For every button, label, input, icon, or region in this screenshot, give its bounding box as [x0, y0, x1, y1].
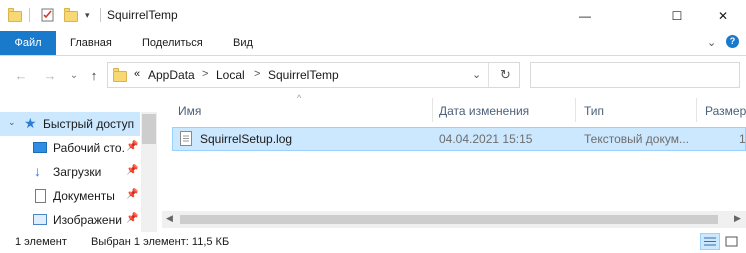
- folder-icon: [8, 8, 22, 22]
- ribbon-tabs: Файл Главная Поделиться Вид ⌄ ?: [0, 31, 746, 56]
- breadcrumb-squirreltemp[interactable]: SquirrelTemp: [268, 68, 339, 82]
- document-icon: [35, 189, 46, 203]
- file-size: 1: [739, 132, 746, 146]
- tab-home[interactable]: Главная: [58, 31, 124, 55]
- sort-ascending-icon: ^: [297, 93, 302, 103]
- minimize-button[interactable]: —: [562, 0, 608, 31]
- desktop-icon: [33, 142, 47, 153]
- back-button[interactable]: ←: [13, 67, 29, 83]
- file-name: SquirrelSetup.log: [200, 132, 293, 146]
- pin-icon: 📌: [126, 141, 139, 152]
- status-item-count: 1 элемент: [15, 236, 67, 248]
- table-row[interactable]: SquirrelSetup.log 04.04.2021 15:15 Текст…: [172, 127, 746, 151]
- column-header-size[interactable]: Размер: [705, 104, 746, 118]
- search-input[interactable]: [530, 62, 740, 88]
- sidebar-item-downloads[interactable]: ↓ Загрузки 📌: [0, 160, 140, 184]
- breadcrumb-appdata[interactable]: AppData: [148, 68, 195, 82]
- scroll-left-icon[interactable]: ◀: [166, 213, 173, 224]
- breadcrumb-local[interactable]: Local: [216, 68, 245, 82]
- file-list-header: ^ Имя Дата изменения Тип Размер: [162, 93, 746, 124]
- sidebar-item-label: Быстрый доступ: [43, 117, 135, 131]
- pin-icon: 📌: [126, 165, 139, 176]
- recent-locations-button[interactable]: ⌄: [66, 67, 82, 83]
- properties-icon[interactable]: [41, 8, 55, 22]
- breadcrumb-separator-icon[interactable]: >: [202, 68, 208, 80]
- pictures-icon: [33, 214, 47, 225]
- up-button[interactable]: ↑: [86, 67, 102, 83]
- tab-file[interactable]: Файл: [0, 31, 56, 55]
- large-icons-view-button[interactable]: [722, 233, 742, 250]
- tab-view[interactable]: Вид: [221, 31, 265, 55]
- sidebar-item-desktop[interactable]: Рабочий сто. 📌: [0, 136, 140, 160]
- new-folder-icon[interactable]: [64, 8, 78, 22]
- column-header-type[interactable]: Тип: [584, 104, 604, 118]
- star-icon: ★: [24, 115, 37, 131]
- text-file-icon: [180, 131, 192, 146]
- sidebar-scrollbar-thumb[interactable]: [142, 114, 156, 144]
- scroll-right-icon[interactable]: ▶: [734, 213, 741, 224]
- help-icon[interactable]: ?: [726, 35, 739, 48]
- horizontal-scrollbar-thumb[interactable]: [180, 215, 718, 224]
- forward-button[interactable]: →: [42, 67, 58, 83]
- sidebar-item-documents[interactable]: Документы 📌: [0, 184, 140, 208]
- pin-icon: 📌: [126, 213, 139, 224]
- sidebar-item-label: Изображени: [53, 213, 122, 227]
- navigation-bar: ← → ⌄ ↑ « AppData > Local > SquirrelTemp…: [0, 56, 746, 96]
- download-icon: ↓: [34, 163, 41, 179]
- chevron-down-icon[interactable]: ⌄: [8, 117, 16, 128]
- close-button[interactable]: ✕: [700, 0, 746, 31]
- file-type: Текстовый докум...: [584, 132, 689, 146]
- address-bar[interactable]: « AppData > Local > SquirrelTemp ⌄ ↻: [107, 62, 520, 88]
- details-view-button[interactable]: [700, 233, 720, 250]
- title-bar: ▾ SquirrelTemp — ☐ ✕: [0, 0, 746, 31]
- maximize-button[interactable]: ☐: [654, 0, 700, 31]
- sidebar-item-quick-access[interactable]: ⌄ ★ Быстрый доступ: [0, 112, 140, 136]
- sidebar-item-label: Рабочий сто.: [53, 141, 125, 155]
- refresh-button[interactable]: ↻: [500, 67, 511, 83]
- sidebar-item-label: Загрузки: [53, 165, 102, 179]
- breadcrumb-separator-icon[interactable]: >: [254, 68, 260, 80]
- ribbon-expand-icon[interactable]: ⌄: [707, 36, 716, 49]
- pin-icon: 📌: [126, 189, 139, 200]
- breadcrumb-overflow[interactable]: «: [134, 68, 140, 80]
- file-modified: 04.04.2021 15:15: [439, 132, 533, 146]
- address-dropdown-button[interactable]: ⌄: [472, 68, 481, 81]
- sidebar-item-pictures[interactable]: Изображени 📌: [0, 208, 140, 232]
- chevron-down-icon[interactable]: ▾: [85, 10, 99, 24]
- sidebar-item-label: Документы: [53, 189, 115, 203]
- navigation-pane: ⌄ ★ Быстрый доступ Рабочий сто. 📌 ↓ Загр…: [0, 112, 157, 232]
- tab-share[interactable]: Поделиться: [130, 31, 215, 55]
- status-selection: Выбран 1 элемент: 11,5 КБ: [91, 236, 230, 248]
- folder-icon: [113, 68, 127, 82]
- column-header-modified[interactable]: Дата изменения: [439, 104, 529, 118]
- window-title: SquirrelTemp: [107, 8, 178, 22]
- column-header-name[interactable]: Имя: [178, 104, 201, 118]
